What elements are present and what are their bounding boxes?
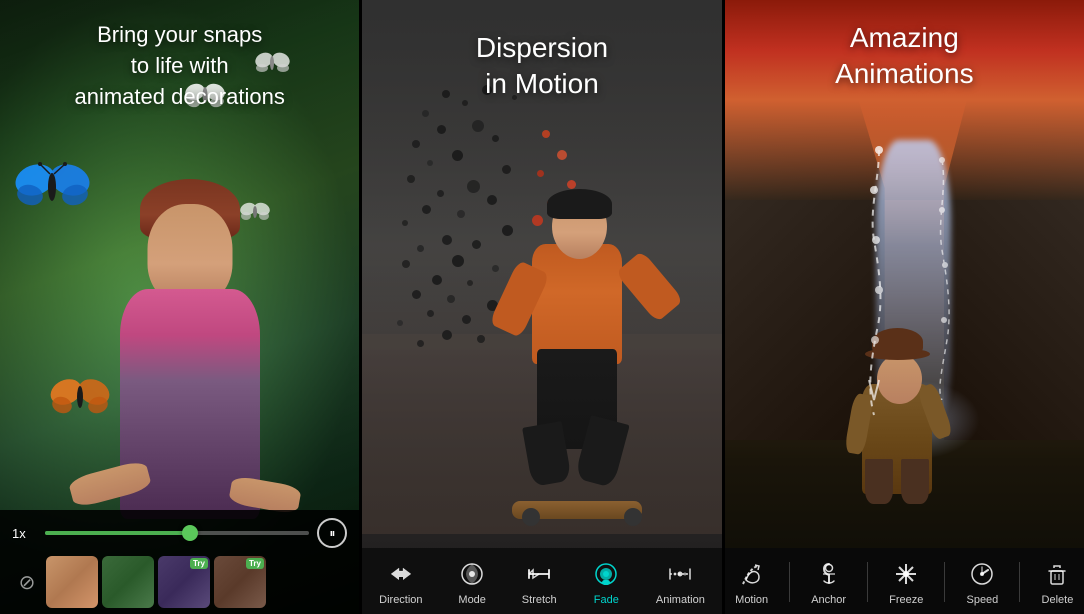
panel-3: Amazing Animations Motion	[725, 0, 1084, 614]
slider-thumb	[182, 525, 198, 541]
motion-path-2	[922, 150, 1002, 400]
motion-label: Motion	[735, 594, 768, 606]
slider-fill	[45, 531, 190, 535]
thumbnail-3[interactable]: Try	[158, 556, 210, 608]
stretch-icon	[523, 558, 555, 590]
delete-icon	[1041, 558, 1073, 590]
delete-label: Delete	[1042, 594, 1074, 606]
thumb4-badge: Try	[246, 558, 264, 569]
panel2-tagline: Dispersion in Motion	[362, 30, 721, 103]
skater-figure	[502, 244, 662, 504]
white-butterfly-3	[240, 200, 270, 227]
speed-label: Speed	[966, 594, 998, 606]
separator-3	[944, 562, 945, 602]
direction-icon	[385, 558, 417, 590]
anchor-label: Anchor	[811, 594, 846, 606]
tool-animation[interactable]: Animation	[656, 558, 705, 606]
separator-2	[867, 562, 868, 602]
speed-row: 1x ⏸	[12, 518, 347, 548]
tool-stretch[interactable]: Stretch	[522, 558, 557, 606]
panel2-toolbar: Direction Mode	[362, 548, 721, 614]
person1	[90, 179, 290, 519]
direction-label: Direction	[379, 594, 422, 606]
separator-4	[1019, 562, 1020, 602]
thumb3-badge: Try	[190, 558, 208, 569]
thumbnail-2[interactable]	[102, 556, 154, 608]
pause-icon: ⏸	[329, 526, 335, 541]
panel3-tagline: Amazing Animations	[725, 20, 1084, 93]
panel3-toolbar: Motion Anchor	[725, 548, 1084, 614]
anchor-icon	[813, 558, 845, 590]
freeze-label: Freeze	[889, 594, 923, 606]
pause-button[interactable]: ⏸	[317, 518, 347, 548]
panel-2: Dispersion in Motion Direction	[362, 0, 721, 614]
speed-icon	[966, 558, 998, 590]
tool-anchor[interactable]: Anchor	[811, 558, 846, 606]
blue-butterfly	[15, 160, 90, 220]
mode-icon	[456, 558, 488, 590]
speed-slider[interactable]	[45, 531, 309, 535]
tool-delete[interactable]: Delete	[1041, 558, 1073, 606]
no-symbol-icon[interactable]: ⊘	[12, 567, 42, 597]
thumbnail-4[interactable]: Try	[214, 556, 266, 608]
stretch-label: Stretch	[522, 594, 557, 606]
panel1-tagline: Bring your snaps to life with animated d…	[0, 20, 359, 112]
thumb2-bg	[102, 556, 154, 608]
speed-label: 1x	[12, 526, 37, 541]
fade-label: Fade	[594, 594, 619, 606]
thumbnail-1[interactable]	[46, 556, 98, 608]
tool-fade[interactable]: Fade	[590, 558, 622, 606]
tool-direction[interactable]: Direction	[379, 558, 422, 606]
tool-motion[interactable]: Motion	[735, 558, 768, 606]
tool-freeze[interactable]: Freeze	[889, 558, 923, 606]
tool-mode[interactable]: Mode	[456, 558, 488, 606]
animation-label: Animation	[656, 594, 705, 606]
tool-speed[interactable]: Speed	[966, 558, 998, 606]
animation-icon	[664, 558, 696, 590]
separator-1	[789, 562, 790, 602]
freeze-icon	[890, 558, 922, 590]
toolbar-2: Direction Mode	[362, 558, 721, 606]
motion-icon	[736, 558, 768, 590]
thumb1-bg	[46, 556, 98, 608]
motion-path-arrows	[819, 140, 939, 420]
panel1-controls: 1x ⏸ ⊘ Try Try	[0, 510, 359, 614]
panel-1: Bring your snaps to life with animated d…	[0, 0, 359, 614]
thumbnails-row: ⊘ Try Try	[12, 556, 347, 608]
orange-butterfly	[50, 375, 110, 425]
mode-label: Mode	[458, 594, 486, 606]
fade-icon	[590, 558, 622, 590]
toolbar-3: Motion Anchor	[725, 558, 1084, 606]
